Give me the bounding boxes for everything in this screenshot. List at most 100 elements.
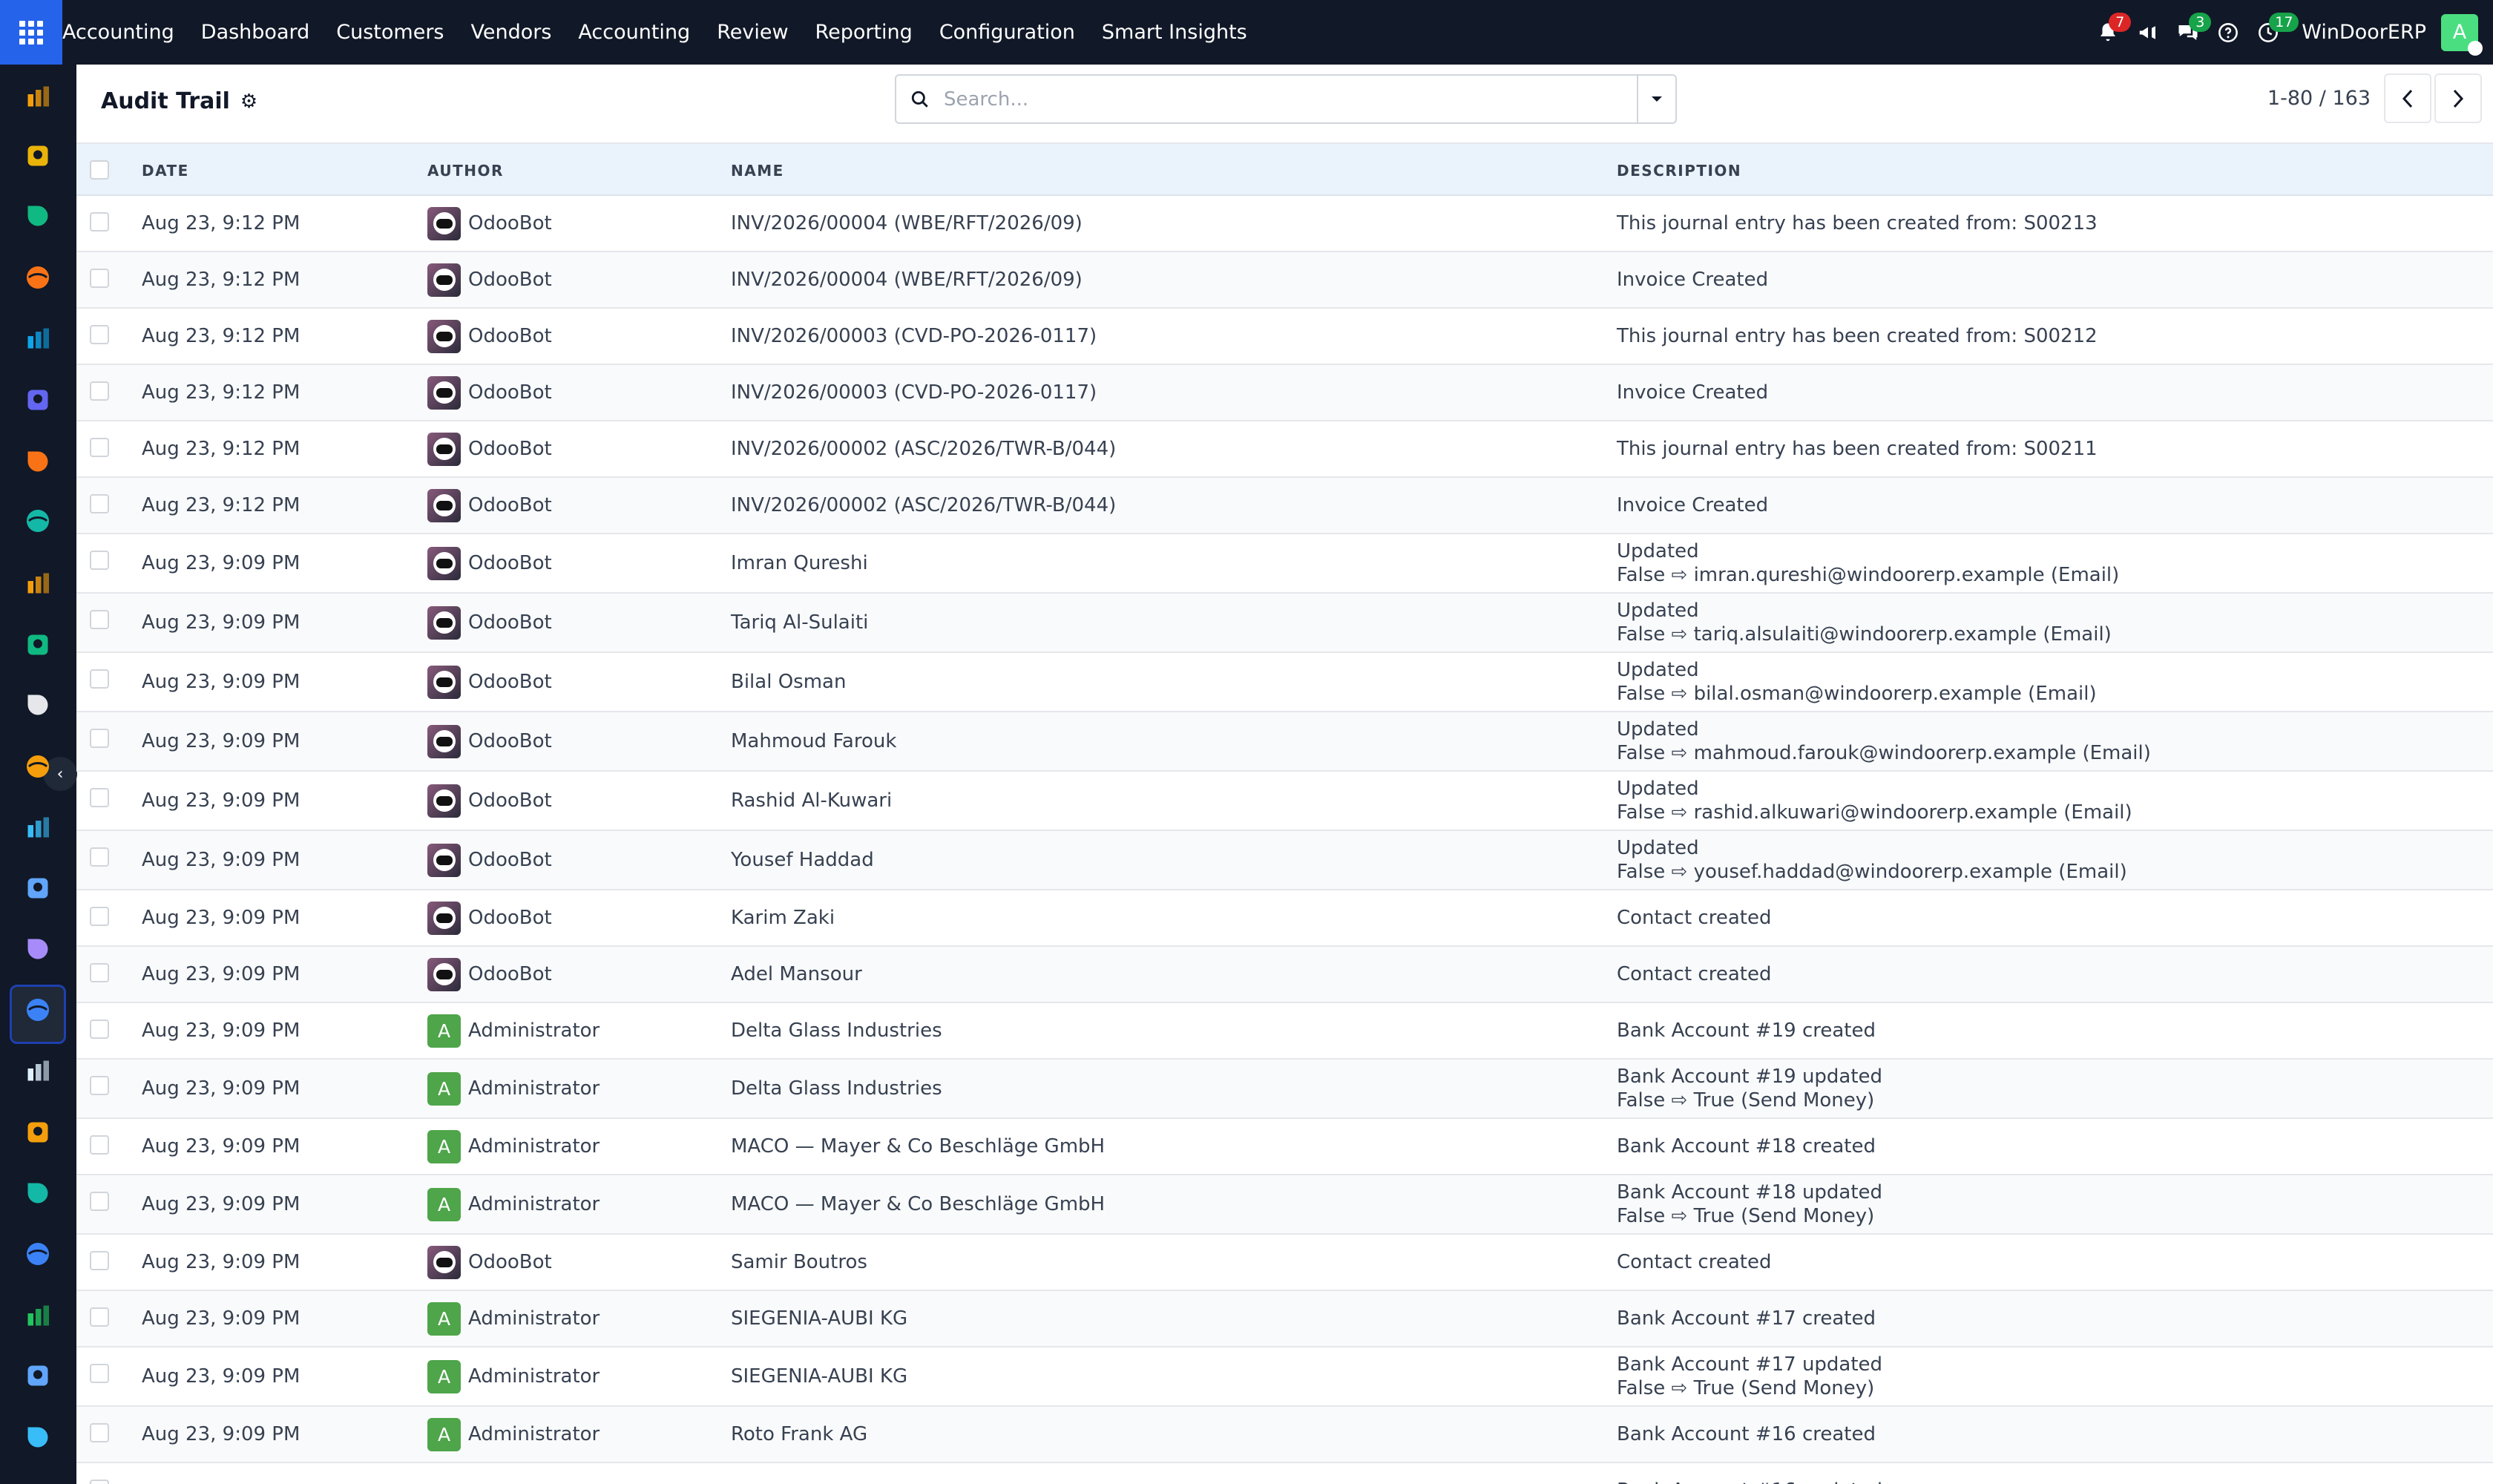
pager-value[interactable]: 1-80 / 163 [2267,87,2371,110]
inventory-icon[interactable] [22,689,53,720]
row-checkbox[interactable] [90,963,109,982]
menu-item-configuration[interactable]: Configuration [926,21,1088,44]
products-icon[interactable] [22,933,53,965]
row-checkbox[interactable] [90,325,109,344]
table-row[interactable]: Aug 23, 9:12 PM OdooBot INV/2026/00004 (WB… [76,196,2493,252]
table-row[interactable]: Aug 23, 9:12 PM OdooBot INV/2026/00004 (WB… [76,252,2493,309]
search-icon[interactable] [896,76,944,122]
contacts-icon[interactable] [22,200,53,232]
row-checkbox[interactable] [90,269,109,288]
menu-item-smart-insights[interactable]: Smart Insights [1088,21,1261,44]
column-header-description[interactable]: DESCRIPTION [1617,144,1741,197]
sign-icon[interactable] [22,1178,53,1209]
menu-item-review[interactable]: Review [703,21,801,44]
row-checkbox[interactable] [90,438,109,457]
row-checkbox[interactable] [90,847,109,867]
discuss-icon[interactable] [22,262,53,293]
row-checkbox[interactable] [90,610,109,629]
row-checkbox[interactable] [90,1251,109,1270]
sales-icon[interactable] [22,81,53,112]
row-checkbox[interactable] [90,1423,109,1442]
accounting-icon[interactable] [22,994,53,1025]
row-checkbox[interactable] [90,1480,109,1484]
help-button[interactable] [2211,16,2245,50]
chat-icon[interactable] [22,446,53,477]
menu-item-accounting[interactable]: Accounting [565,21,703,44]
table-row[interactable]: Aug 23, 9:09 PM OdooBot Yousef Haddad Updat… [76,831,2493,890]
announcements-button[interactable] [2131,16,2165,50]
table-row[interactable]: Aug 23, 9:09 PM A Administrator MACO — Maye… [76,1119,2493,1175]
table-row[interactable]: Aug 23, 9:12 PM OdooBot INV/2026/00002 (AS… [76,421,2493,478]
row-date: Aug 23, 9:12 PM [142,438,300,460]
mail-icon[interactable] [22,384,53,416]
row-checkbox[interactable] [90,551,109,570]
row-checkbox[interactable] [90,907,109,926]
activities-button[interactable]: 17 [2251,12,2299,50]
whatsapp-icon[interactable] [22,1300,53,1331]
table-row[interactable]: Aug 23, 9:09 PM A Administrator MACO — Maye… [76,1175,2493,1235]
table-row[interactable]: Aug 23, 9:12 PM OdooBot INV/2026/00003 (CV… [76,365,2493,421]
table-row[interactable]: Aug 23, 9:09 PM A Administrator SIEGENIA-AU… [76,1291,2493,1347]
row-checkbox[interactable] [90,1135,109,1155]
row-checkbox[interactable] [90,729,109,748]
row-checkbox[interactable] [90,1192,109,1211]
pager-next-button[interactable] [2434,73,2482,123]
company-switcher[interactable]: WinDoorERP [2302,21,2426,44]
photos-icon[interactable] [22,140,53,171]
table-row[interactable]: Aug 23, 9:09 PM A Administrator SIEGENIA-AU… [76,1347,2493,1407]
select-all-checkbox[interactable] [90,160,109,180]
menu-item-vendors[interactable]: Vendors [457,21,565,44]
menu-item-customers[interactable]: Customers [323,21,457,44]
row-checkbox[interactable] [90,1020,109,1039]
gear-icon[interactable]: ⚙ [240,91,257,113]
table-row[interactable]: Aug 23, 9:09 PM OdooBot Adel Mansour Contac… [76,947,2493,1003]
knowledge-icon[interactable] [22,873,53,904]
row-checkbox[interactable] [90,669,109,689]
search-options-toggle[interactable] [1637,76,1675,122]
timer-icon[interactable] [22,1360,53,1391]
odoo-icon[interactable] [22,323,53,354]
table-row[interactable]: Aug 23, 9:09 PM OdooBot Imran Qureshi Updat… [76,534,2493,594]
apps-menu-button[interactable] [0,0,62,65]
table-row[interactable]: Aug 23, 9:09 PM A Administrator Roto Frank … [76,1407,2493,1463]
messages-button[interactable]: 3 [2171,12,2212,50]
row-checkbox[interactable] [90,1364,109,1383]
row-checkbox[interactable] [90,1076,109,1095]
user-avatar[interactable]: A [2441,13,2483,56]
table-row[interactable]: Aug 23, 9:12 PM OdooBot INV/2026/00003 (CV… [76,309,2493,365]
table-row[interactable]: Aug 23, 9:09 PM OdooBot Samir Boutros Conta… [76,1235,2493,1291]
row-checkbox[interactable] [90,788,109,807]
menu-item-reporting[interactable]: Reporting [802,21,926,44]
pos-icon[interactable] [22,751,53,782]
community-icon[interactable] [22,1055,53,1086]
dashboards-icon[interactable] [22,1238,53,1270]
column-header-author[interactable]: AUTHOR [427,144,504,197]
row-checkbox[interactable] [90,1307,109,1327]
reports-icon[interactable] [22,568,53,599]
table-row[interactable]: Aug 23, 9:09 PM OdooBot Rashid Al-Kuwari Up… [76,772,2493,831]
employees-icon[interactable] [22,629,53,660]
calendar-icon[interactable] [22,1117,53,1148]
app-brand[interactable]: Accounting [62,21,188,44]
row-checkbox[interactable] [90,212,109,232]
notifications-button[interactable]: 7 [2091,12,2132,50]
row-checkbox[interactable] [90,494,109,513]
website-icon[interactable] [22,1422,53,1453]
pager-previous-button[interactable] [2384,73,2431,123]
row-checkbox[interactable] [90,381,109,401]
column-header-name[interactable]: NAME [731,144,784,197]
table-row[interactable]: Aug 23, 9:09 PM OdooBot Tariq Al-Sulaiti Up… [76,594,2493,653]
column-header-date[interactable]: DATE [142,144,189,197]
table-row[interactable]: Aug 23, 9:09 PM A Administrator Delta Glass… [76,1003,2493,1060]
todo-icon[interactable] [22,812,53,843]
table-row[interactable]: Aug 23, 9:09 PM OdooBot Karim Zaki Contact … [76,890,2493,947]
search-input[interactable] [944,76,1637,122]
table-row[interactable]: Bank Account #16 updated [76,1463,2493,1484]
menu-item-dashboard[interactable]: Dashboard [188,21,323,44]
table-row[interactable]: Aug 23, 9:09 PM OdooBot Bilal Osman Updated… [76,653,2493,712]
table-row[interactable]: Aug 23, 9:09 PM A Administrator Delta Glass… [76,1060,2493,1119]
description-line: False ⇨ imran.qureshi@windoorerp.example… [1617,564,2120,586]
table-row[interactable]: Aug 23, 9:09 PM OdooBot Mahmoud Farouk Upda… [76,712,2493,772]
table-row[interactable]: Aug 23, 9:12 PM OdooBot INV/2026/00002 (AS… [76,478,2493,534]
vpn-icon[interactable] [22,505,53,536]
